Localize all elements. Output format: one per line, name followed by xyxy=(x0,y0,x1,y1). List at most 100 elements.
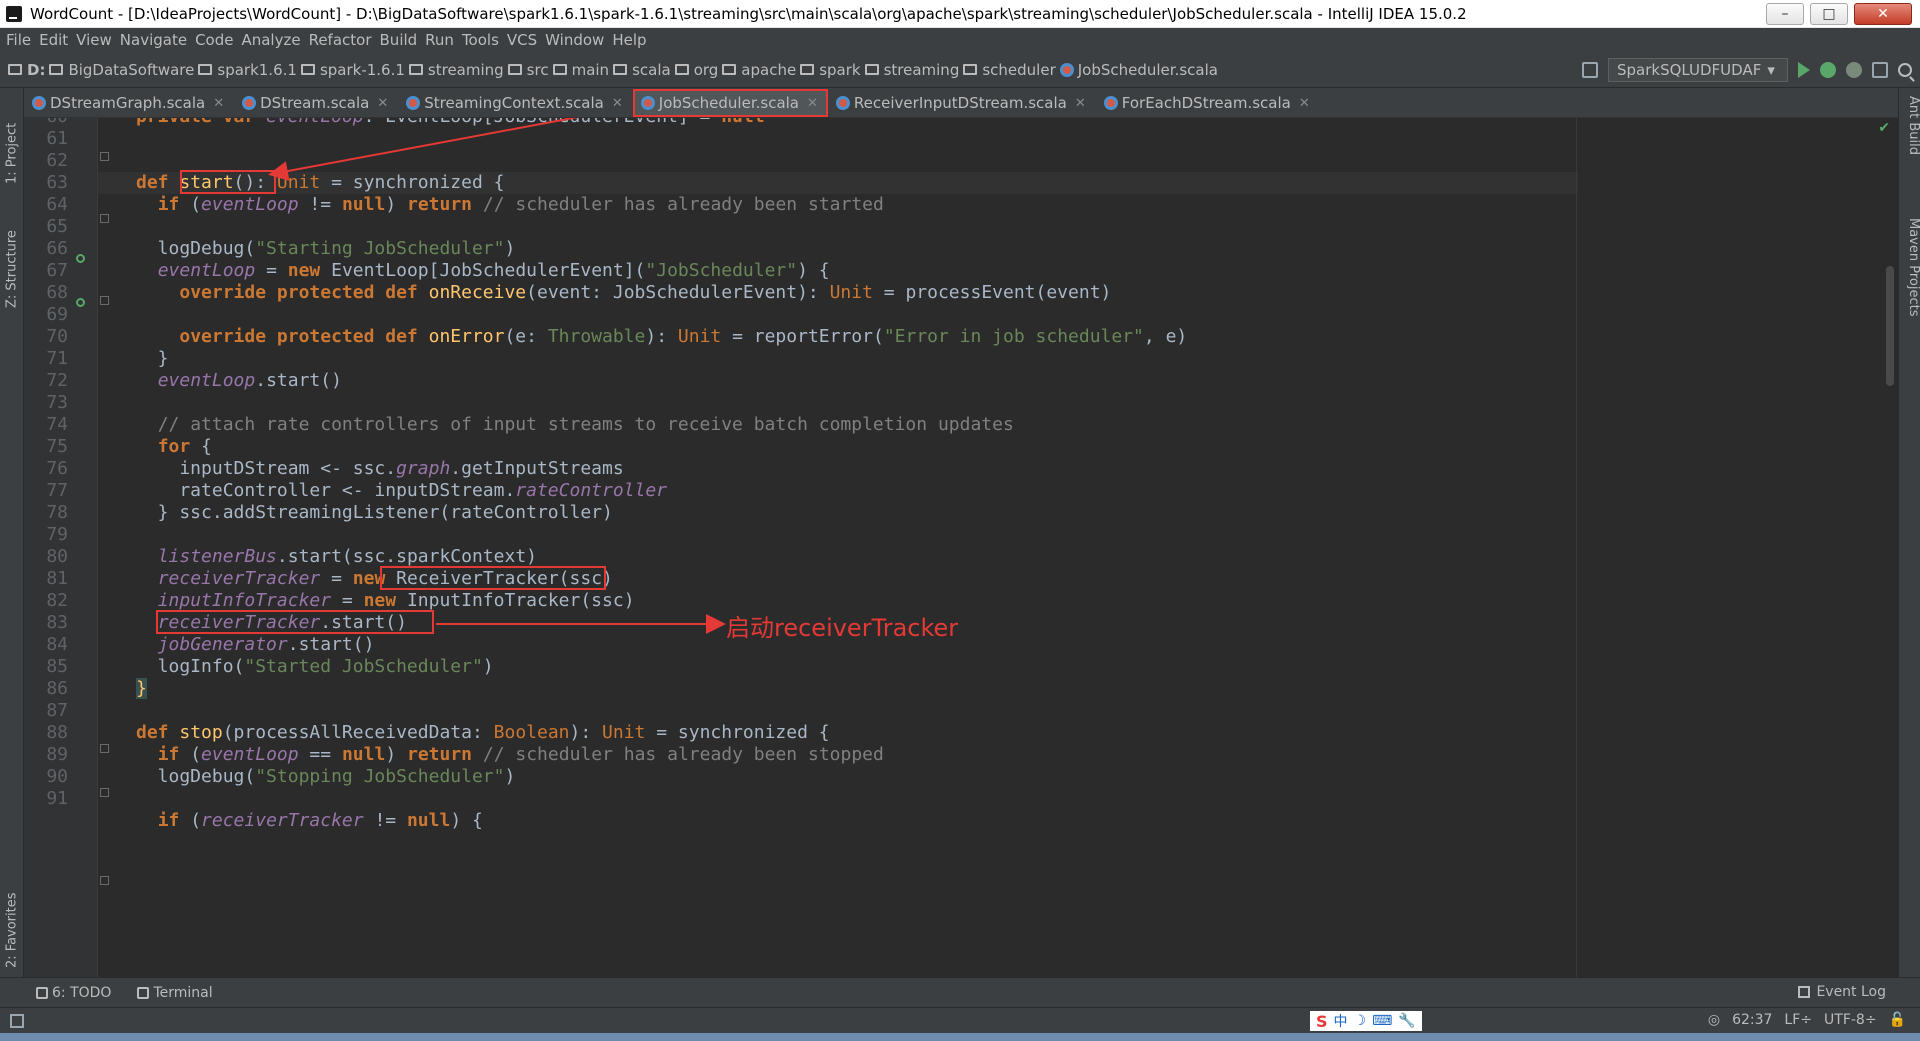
menu-edit[interactable]: Edit xyxy=(37,31,74,49)
code-editor[interactable]: ✔ 60616263646566676869707172737475767778… xyxy=(24,118,1898,977)
menu-vcs[interactable]: VCS xyxy=(505,31,543,49)
tab-receiverinputdstream[interactable]: ReceiverInputDStream.scala ✕ xyxy=(828,89,1096,117)
close-tab-icon[interactable]: ✕ xyxy=(1299,96,1310,111)
debug-icon[interactable] xyxy=(1820,62,1836,78)
breadcrumb-item[interactable]: spark-1.6.1 xyxy=(300,61,405,79)
structure-tool-window-tab[interactable]: Z: Structure xyxy=(2,208,22,308)
event-log-tab[interactable]: Event Log xyxy=(1798,984,1886,1000)
tab-foreachdstream[interactable]: ForEachDStream.scala ✕ xyxy=(1096,89,1320,117)
arrow-tab-to-start xyxy=(268,118,579,181)
folder-icon xyxy=(408,64,423,75)
menu-help[interactable]: Help xyxy=(610,31,652,49)
breadcrumb-item[interactable]: streaming xyxy=(864,61,959,79)
editor-tabs: DStreamGraph.scala ✕ DStream.scala ✕ Strea… xyxy=(24,88,1898,118)
scala-class-icon xyxy=(835,96,850,110)
breadcrumb-item[interactable]: src xyxy=(507,61,549,79)
breadcrumb-item[interactable]: scala xyxy=(613,61,671,79)
scala-class-icon xyxy=(406,96,421,110)
annotation-arrows xyxy=(268,118,726,634)
wrench-icon[interactable]: 🔧 xyxy=(1398,1013,1415,1029)
folder-icon xyxy=(864,64,879,75)
tab-jobscheduler[interactable]: JobScheduler.scala ✕ xyxy=(632,89,828,117)
scala-class-icon xyxy=(640,96,655,110)
run-config-label: SparkSQLUDFUDAF xyxy=(1617,61,1762,79)
sogou-icon: S xyxy=(1316,1011,1328,1031)
menu-code[interactable]: Code xyxy=(193,31,239,49)
folder-icon xyxy=(49,64,64,75)
todo-tool-window-tab[interactable]: 6: TODO xyxy=(36,985,111,1001)
close-tab-icon[interactable]: ✕ xyxy=(377,96,388,111)
make-project-icon[interactable] xyxy=(1582,62,1598,78)
scala-class-icon xyxy=(1103,96,1118,110)
folder-icon xyxy=(507,64,522,75)
toggle-tool-windows-icon[interactable] xyxy=(10,1013,24,1028)
tab-dstreamgraph[interactable]: DStreamGraph.scala ✕ xyxy=(24,89,234,117)
tab-dstream[interactable]: DStream.scala ✕ xyxy=(234,89,398,117)
close-tab-icon[interactable]: ✕ xyxy=(612,96,623,111)
caret-position[interactable]: 62:37 xyxy=(1732,1012,1772,1028)
menu-build[interactable]: Build xyxy=(378,31,424,49)
breadcrumb-item[interactable]: spark1.6.1 xyxy=(198,61,297,79)
close-button[interactable]: ✕ xyxy=(1854,3,1912,25)
favorites-tool-window-tab[interactable]: 2: Favorites xyxy=(2,858,22,968)
file-encoding[interactable]: UTF-8÷ xyxy=(1824,1012,1877,1028)
minimize-button[interactable]: – xyxy=(1766,3,1804,25)
folder-icon xyxy=(552,64,567,75)
scala-class-icon xyxy=(1059,62,1074,77)
menu-navigate[interactable]: Navigate xyxy=(118,31,193,49)
terminal-icon xyxy=(137,986,150,999)
navigation-bar: D: BigDataSoftware spark1.6.1 spark-1.6.… xyxy=(0,52,1920,88)
right-tool-strip: Ant Build Maven Projects xyxy=(1898,88,1920,977)
breadcrumb-item[interactable]: org xyxy=(674,61,718,79)
folder-icon xyxy=(613,64,628,75)
breadcrumb-item[interactable]: BigDataSoftware xyxy=(49,61,194,79)
hector-icon[interactable]: ◎ xyxy=(1708,1012,1720,1028)
keyboard-icon[interactable]: ⌨ xyxy=(1372,1013,1392,1029)
close-tab-icon[interactable]: ✕ xyxy=(213,96,224,111)
breadcrumb-item[interactable]: main xyxy=(552,61,609,79)
close-tab-icon[interactable]: ✕ xyxy=(807,96,818,111)
menu-window[interactable]: Window xyxy=(543,31,610,49)
input-method-toolbar[interactable]: S 中 ☽ ⌨ 🔧 xyxy=(1310,1011,1422,1031)
left-tool-strip: 1: Project Z: Structure 2: Favorites xyxy=(0,88,24,977)
project-structure-icon[interactable] xyxy=(1872,62,1888,78)
folder-icon xyxy=(963,64,978,75)
maximize-button[interactable]: □ xyxy=(1810,3,1848,25)
run-configuration-select[interactable]: SparkSQLUDFUDAF ▾ xyxy=(1608,58,1788,82)
moon-icon[interactable]: ☽ xyxy=(1354,1013,1367,1029)
breadcrumb-item[interactable]: streaming xyxy=(408,61,504,79)
menu-tools[interactable]: Tools xyxy=(460,31,505,49)
project-tool-window-tab[interactable]: 1: Project xyxy=(2,94,22,184)
menu-run[interactable]: Run xyxy=(423,31,460,49)
run-icon[interactable] xyxy=(1798,62,1810,78)
scala-class-icon xyxy=(32,96,46,110)
breadcrumb-item[interactable]: apache xyxy=(722,61,796,79)
menu-view[interactable]: View xyxy=(74,31,118,49)
title-bar: WordCount - [D:\IdeaProjects\WordCount] … xyxy=(0,0,1920,28)
menu-file[interactable]: File xyxy=(4,31,37,49)
chevron-down-icon: ▾ xyxy=(1767,61,1775,79)
folder-icon xyxy=(722,64,737,75)
ime-mode[interactable]: 中 xyxy=(1334,1011,1348,1031)
folder-icon xyxy=(300,64,315,75)
breadcrumb-item[interactable]: scheduler xyxy=(963,61,1056,79)
tab-streamingcontext[interactable]: StreamingContext.scala ✕ xyxy=(398,89,633,117)
coverage-icon[interactable] xyxy=(1846,62,1862,78)
breadcrumb-file[interactable]: JobScheduler.scala xyxy=(1059,61,1218,79)
os-taskbar xyxy=(0,1033,1920,1041)
menu-refactor[interactable]: Refactor xyxy=(307,31,378,49)
status-bar: S 中 ☽ ⌨ 🔧 ◎ 62:37 LF÷ UTF-8÷ 🔓 xyxy=(0,1007,1920,1033)
close-tab-icon[interactable]: ✕ xyxy=(1075,96,1086,111)
line-separator[interactable]: LF÷ xyxy=(1784,1012,1812,1028)
breadcrumb-drive[interactable]: D: xyxy=(8,61,45,79)
ant-build-tab[interactable]: Ant Build xyxy=(1901,96,1920,186)
terminal-tool-window-tab[interactable]: Terminal xyxy=(137,985,213,1001)
maven-projects-tab[interactable]: Maven Projects xyxy=(1901,218,1920,358)
menu-bar: File Edit View Navigate Code Analyze Ref… xyxy=(0,28,1920,52)
annotation-label: 启动receiverTracker xyxy=(726,614,959,642)
folder-icon xyxy=(198,64,213,75)
breadcrumb-item[interactable]: spark xyxy=(800,61,861,79)
lock-icon[interactable]: 🔓 xyxy=(1889,1012,1906,1028)
search-icon[interactable] xyxy=(1898,63,1912,77)
menu-analyze[interactable]: Analyze xyxy=(239,31,306,49)
